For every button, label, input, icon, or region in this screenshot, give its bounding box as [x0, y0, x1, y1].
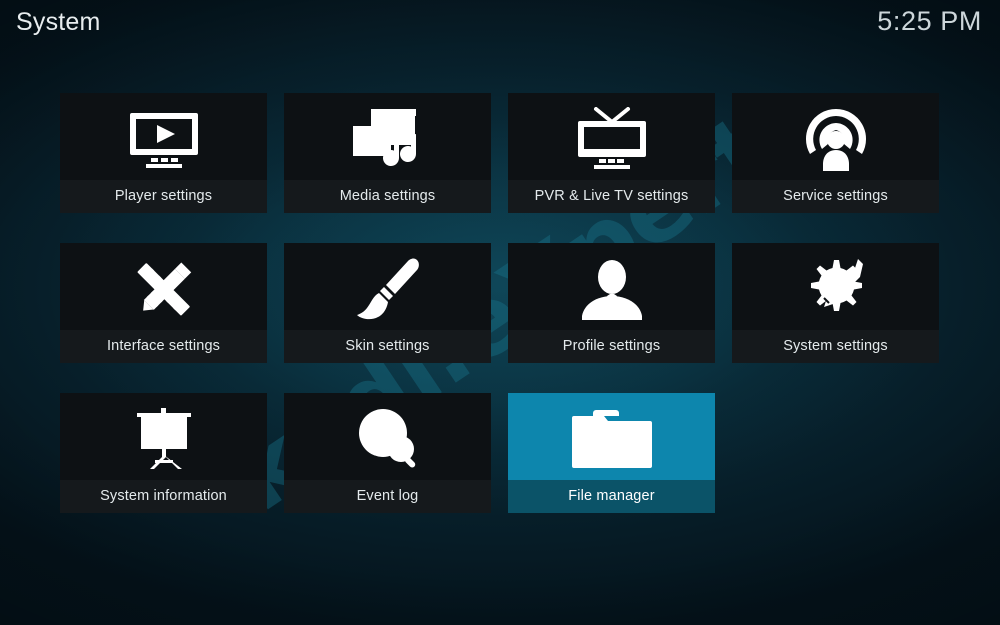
settings-tile-label: Service settings — [732, 180, 939, 213]
monitor-play-icon — [60, 93, 267, 180]
settings-tile-skin-settings[interactable]: Skin settings — [284, 243, 491, 363]
settings-tile-interface-settings[interactable]: Interface settings — [60, 243, 267, 363]
page-title: System — [16, 8, 101, 36]
window-header: System 5:25 PM — [0, 0, 1000, 56]
settings-tile-event-log[interactable]: Event log — [284, 393, 491, 513]
tv-antenna-icon — [508, 93, 715, 180]
settings-tile-service-settings[interactable]: Service settings — [732, 93, 939, 213]
settings-tile-system-information[interactable]: System information — [60, 393, 267, 513]
film-photo-music-icon — [284, 93, 491, 180]
settings-tile-label: Event log — [284, 480, 491, 513]
settings-tile-file-manager[interactable]: File manager — [508, 393, 715, 513]
settings-tile-label: Player settings — [60, 180, 267, 213]
settings-tile-label: Media settings — [284, 180, 491, 213]
settings-tile-media-settings[interactable]: Media settings — [284, 93, 491, 213]
settings-tile-label: Skin settings — [284, 330, 491, 363]
settings-tile-label: Interface settings — [60, 330, 267, 363]
settings-tile-label: System settings — [732, 330, 939, 363]
settings-tile-label: PVR & Live TV settings — [508, 180, 715, 213]
settings-tile-system-settings[interactable]: System settings — [732, 243, 939, 363]
settings-grid: Player settings Media settings PVR & Liv… — [60, 93, 942, 513]
settings-tile-label: System information — [60, 480, 267, 513]
settings-tile-label: File manager — [508, 480, 715, 513]
presentation-chart-icon — [60, 393, 267, 480]
settings-tile-pvr-live-tv-settings[interactable]: PVR & Live TV settings — [508, 93, 715, 213]
folder-icon — [508, 393, 715, 480]
pencil-ruler-icon — [60, 243, 267, 330]
person-icon — [508, 243, 715, 330]
gear-screwdriver-icon — [732, 243, 939, 330]
settings-tile-label: Profile settings — [508, 330, 715, 363]
clock-search-icon — [284, 393, 491, 480]
settings-tile-profile-settings[interactable]: Profile settings — [508, 243, 715, 363]
paintbrush-icon — [284, 243, 491, 330]
settings-tile-player-settings[interactable]: Player settings — [60, 93, 267, 213]
broadcast-person-icon — [732, 93, 939, 180]
clock: 5:25 PM — [877, 6, 982, 36]
kodi-settings-screen: kodi.eXpert System 5:25 PM Player settin… — [0, 0, 1000, 625]
